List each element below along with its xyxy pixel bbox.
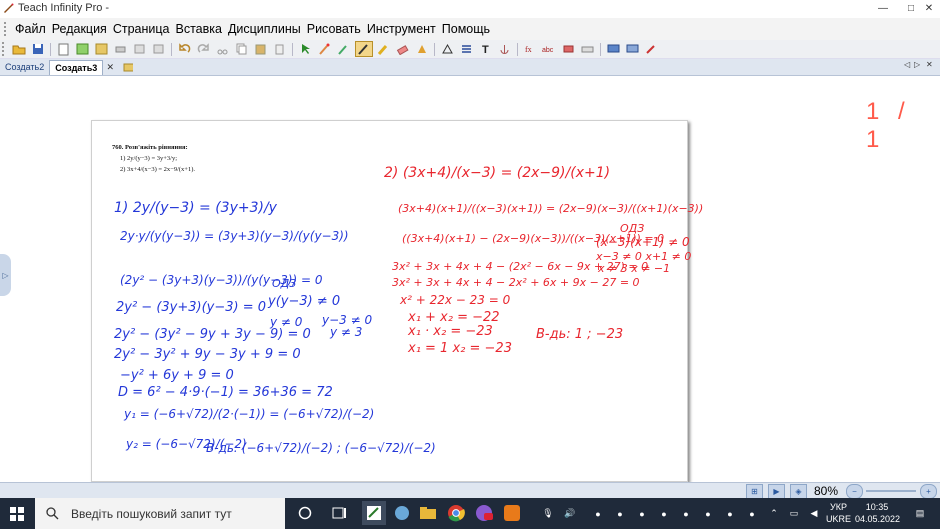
network-icon[interactable]: ▭ [786, 498, 802, 529]
office-icon[interactable] [500, 501, 524, 525]
hw-left-line: 2y² − 3y² + 9y − 3y + 9 = 0 [114, 347, 301, 362]
zoom-minus-button[interactable]: − [846, 484, 863, 499]
start-button[interactable] [0, 498, 33, 529]
task-view-icon[interactable] [328, 501, 352, 525]
fit-page-button[interactable]: ⊞ [746, 484, 763, 499]
hw-left-line: D = 6² − 4·9·(−1) = 36+36 = 72 [118, 385, 333, 400]
status-bar: ⊞ ▶ ◈ 80% − + [0, 482, 940, 499]
search-placeholder: Введіть пошуковий запит тут [71, 506, 232, 521]
hw-right-line: В-дь: 1 ; −23 [536, 327, 623, 342]
zoom-plus-button[interactable]: + [920, 484, 937, 499]
cortana-icon[interactable] [293, 501, 317, 525]
windows-taskbar: Введіть пошуковий запит тут 🎙 🔊 ● ● ● ● … [0, 498, 940, 529]
hw-left-line: y ≠ 3 [329, 325, 362, 339]
chrome-icon[interactable] [444, 501, 468, 525]
hw-right-line: 3x² + 3x + 4x + 4 − 2x² + 6x + 9x − 27 =… [392, 276, 640, 289]
hw-right-line: 3x² + 3x + 4x + 4 − (2x² − 6x − 9x + 27)… [392, 260, 648, 273]
tray-app-icon[interactable]: ● [744, 498, 760, 529]
handwriting-layer: 1) 2y/(y−3) = (3y+3)/y 2y·y/(y(y−3)) = (… [114, 165, 703, 455]
zoom-level: 80% [814, 484, 839, 498]
viber-icon[interactable] [472, 501, 496, 525]
search-icon [45, 507, 59, 521]
hw-left-line: 2y·y/(y(y−3)) = (3y+3)(y−3)/(y(y−3)) [120, 229, 349, 243]
hw-right-line: (3x+4)(x+1)/((x−3)(x+1)) = (2x−9)(x−3)/(… [398, 202, 703, 215]
tray-app-icon[interactable]: ● [634, 498, 650, 529]
hw-right-line: ОДЗ [620, 222, 644, 235]
right-solution: 2) (3x+4)/(x−3) = (2x−9)/(x+1) (3x+4)(x+… [384, 165, 703, 356]
lang-code: УКР [830, 502, 847, 512]
zoom-slider[interactable] [866, 490, 916, 492]
speaker-icon[interactable]: ◀ [806, 498, 822, 529]
tray-app-icon[interactable]: ● [700, 498, 716, 529]
hw-right-line: 2) (3x+4)/(x−3) = (2x−9)/(x+1) [384, 165, 610, 181]
play-button[interactable]: ▶ [768, 484, 785, 499]
system-clock[interactable]: 10:35 04.05.2022 [855, 501, 901, 525]
hw-left-line: ОДЗ [272, 277, 296, 290]
left-solution: 1) 2y/(y−3) = (3y+3)/y 2y·y/(y(y−3)) = (… [114, 200, 436, 455]
hw-right-line: x₁ · x₂ = −23 [407, 324, 493, 339]
volume-icon[interactable]: 🔊 [562, 498, 578, 529]
tray-app-icon[interactable]: ● [678, 498, 694, 529]
notifications-icon[interactable]: ▤ [908, 498, 932, 529]
tray-chevron-icon[interactable]: ⌃ [766, 498, 782, 529]
zoom-out-button[interactable]: ◈ [790, 484, 807, 499]
tray-app-icon[interactable]: ● [656, 498, 672, 529]
clock-date: 04.05.2022 [855, 514, 901, 524]
hw-left-line: 2y² − (3y+3)(y−3) = 0 [116, 300, 266, 315]
hw-left-line: y(y−3) ≠ 0 [267, 294, 340, 309]
clock-time: 10:35 [865, 502, 889, 512]
file-explorer-icon[interactable] [416, 501, 440, 525]
hw-left-line: y₁ = (−6+√72)/(2·(−1)) = (−6+√72)/(−2) [123, 407, 374, 421]
teach-infinity-taskbar-icon[interactable] [362, 501, 386, 525]
taskbar-search[interactable]: Введіть пошуковий запит тут [35, 498, 285, 529]
hw-left-line: 1) 2y/(y−3) = (3y+3)/y [114, 200, 278, 216]
microphone-icon[interactable]: 🎙 [540, 498, 556, 529]
hw-left-line: −y² + 6y + 9 = 0 [120, 368, 234, 383]
tray-app-icon[interactable]: ● [590, 498, 606, 529]
hw-right-line: (x−3)(x+1) ≠ 0 [596, 235, 690, 249]
tray-app-icon[interactable]: ● [722, 498, 738, 529]
lang-layout: UKRE [826, 514, 852, 524]
hw-right-line: x₁ + x₂ = −22 [407, 310, 500, 325]
hw-right-line: x₁ = 1 x₂ = −23 [407, 341, 512, 356]
paint-icon[interactable] [390, 501, 414, 525]
hw-left-line: В-дь: (−6+√72)/(−2) ; (−6−√72)/(−2) [206, 441, 436, 455]
language-indicator[interactable]: УКР UKRE [826, 501, 851, 525]
hw-left-line: 2y² − (3y² − 9y + 3y − 9) = 0 [114, 327, 311, 342]
tray-app-icon[interactable]: ● [612, 498, 628, 529]
windows-logo-icon [9, 506, 24, 521]
hw-right-line: x² + 22x − 23 = 0 [399, 293, 511, 307]
